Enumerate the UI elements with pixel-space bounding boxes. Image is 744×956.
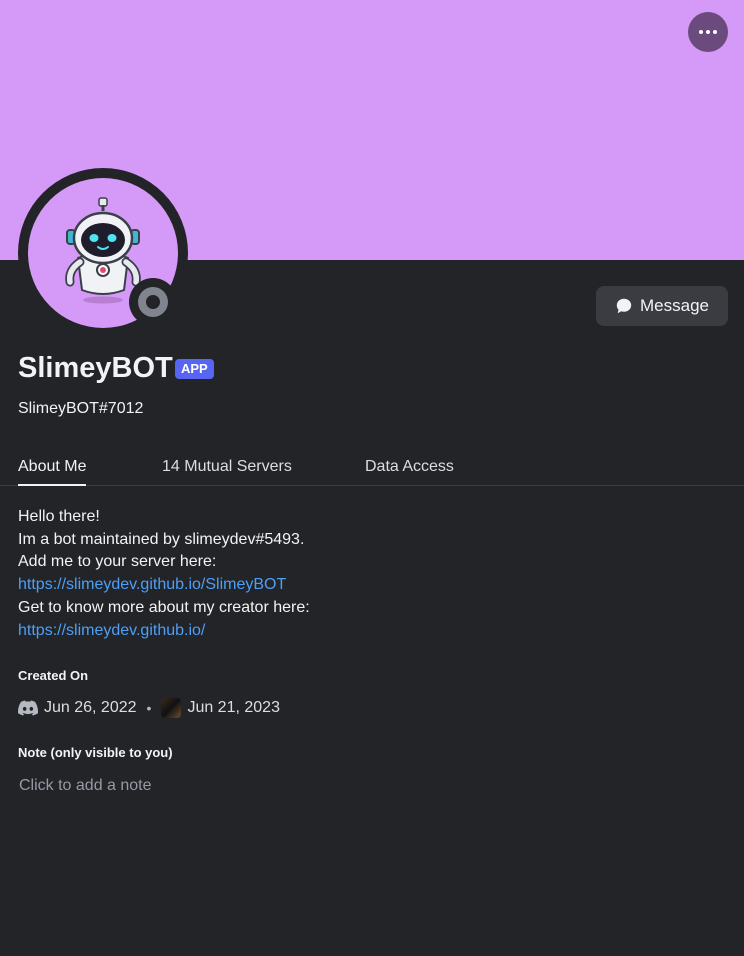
note-title: Note (only visible to you) [18, 745, 173, 760]
ellipsis-icon [699, 30, 717, 34]
discord-join-date: Jun 26, 2022 [44, 699, 137, 716]
invite-link[interactable]: https://slimeydev.github.io/SlimeyBOT [18, 576, 286, 593]
chat-bubble-icon [616, 298, 632, 314]
status-indicator [129, 278, 177, 326]
display-name: SlimeyBOT [18, 352, 173, 384]
tab-data-access[interactable]: Data Access [365, 458, 454, 484]
message-button-label: Message [640, 296, 709, 315]
message-button[interactable]: Message [596, 286, 728, 326]
separator-dot: • [146, 700, 152, 716]
about-line: Get to know more about my creator here: [18, 598, 310, 616]
about-line: Im a bot maintained by slimeydev#5493. [18, 530, 305, 548]
offline-status-icon [138, 287, 168, 317]
more-options-button[interactable] [688, 12, 728, 52]
creator-link[interactable]: https://slimeydev.github.io/ [18, 622, 205, 639]
profile-tabs: About Me 14 Mutual Servers Data Access [0, 452, 744, 486]
created-on-title: Created On [18, 668, 89, 683]
about-line: Add me to your server here: [18, 553, 217, 571]
tab-about-me[interactable]: About Me [18, 458, 87, 486]
server-join-date: Jun 21, 2023 [187, 699, 280, 716]
created-on-row: Jun 26, 2022 • Jun 21, 2023 [18, 696, 280, 720]
tab-mutual-servers[interactable]: 14 Mutual Servers [162, 458, 292, 484]
about-line: Hello there! [18, 508, 100, 525]
note-input[interactable] [10, 772, 734, 800]
discord-icon [18, 700, 38, 716]
about-me-section: Hello there! Im a bot maintained by slim… [18, 506, 310, 642]
username: SlimeyBOT#7012 [18, 400, 144, 417]
app-badge: APP [175, 359, 214, 379]
server-icon[interactable] [161, 698, 182, 718]
